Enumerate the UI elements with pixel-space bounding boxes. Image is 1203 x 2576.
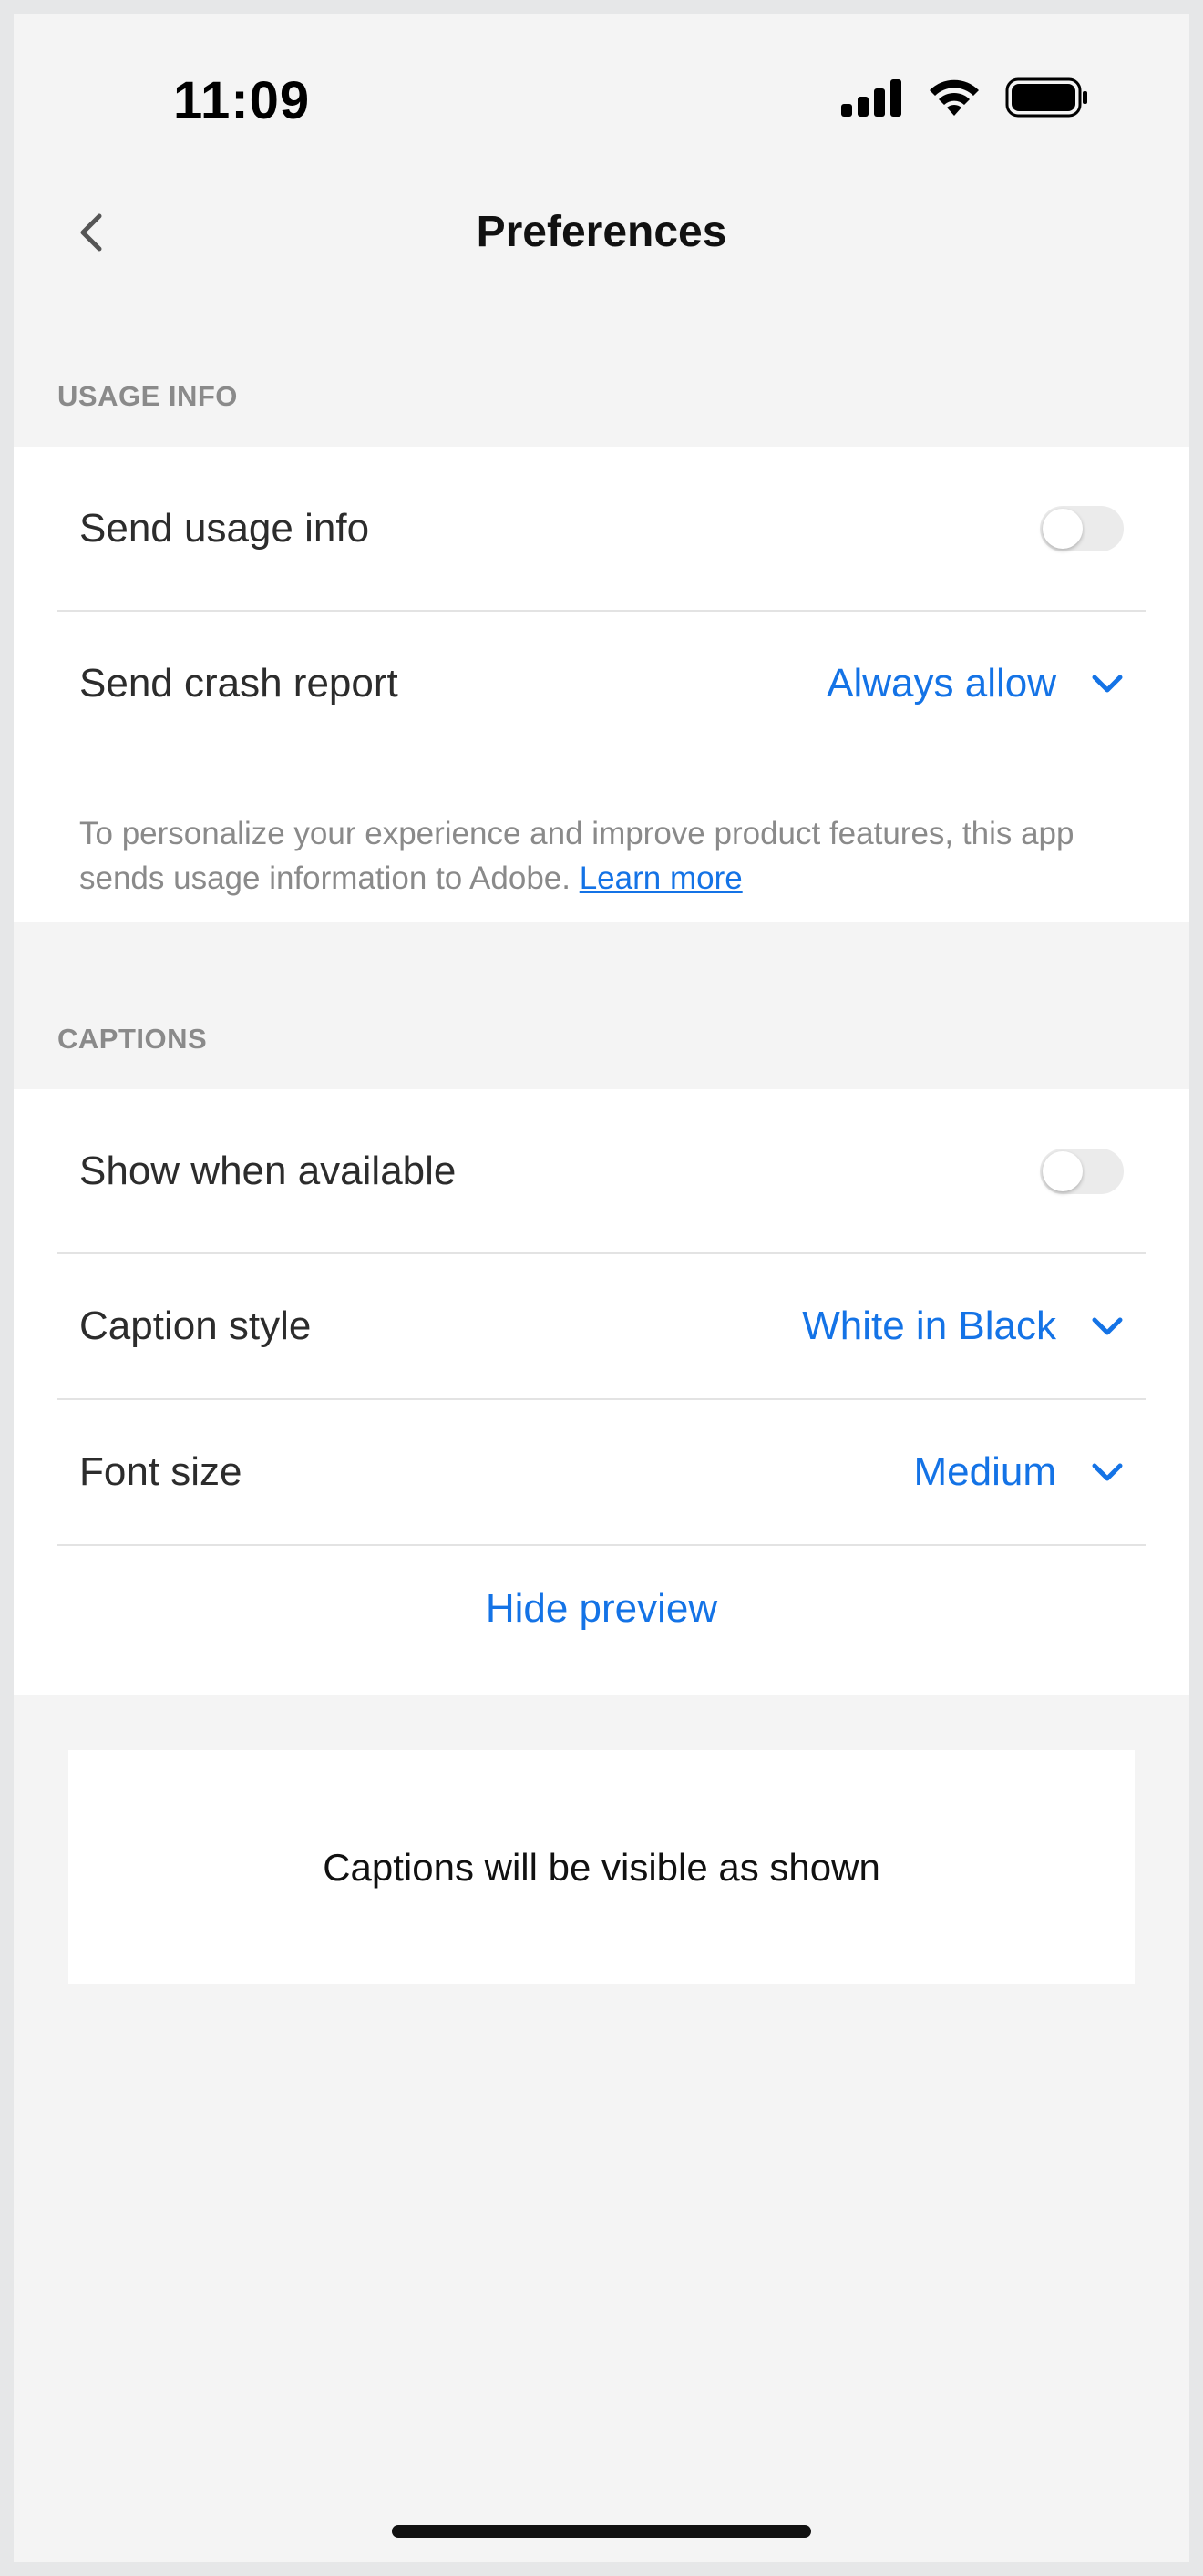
chevron-down-icon: [1092, 1317, 1123, 1335]
show-when-available-label: Show when available: [79, 1149, 457, 1193]
status-time: 11:09: [173, 71, 311, 130]
show-when-available-row[interactable]: Show when available: [57, 1089, 1146, 1253]
signal-icon: [841, 79, 901, 117]
send-usage-info-label: Send usage info: [79, 506, 370, 551]
caption-style-row[interactable]: Caption style White in Black: [57, 1254, 1146, 1398]
send-crash-report-dropdown[interactable]: Always allow: [827, 661, 1146, 706]
toggle-knob: [1043, 509, 1083, 549]
font-size-row[interactable]: Font size Medium: [57, 1400, 1146, 1544]
send-crash-report-row[interactable]: Send crash report Always allow: [57, 612, 1146, 756]
caption-style-value: White in Black: [802, 1303, 1056, 1348]
usage-info-section-header: USAGE INFO: [57, 380, 238, 412]
send-crash-report-value: Always allow: [827, 661, 1056, 706]
chevron-down-icon: [1092, 1463, 1123, 1481]
usage-info-card: Send usage info Send crash report Always…: [14, 447, 1189, 922]
font-size-label: Font size: [79, 1449, 242, 1494]
page-title: Preferences: [476, 208, 727, 256]
hide-preview-button[interactable]: Hide preview: [14, 1586, 1189, 1632]
usage-info-description-text: To personalize your experience and impro…: [79, 816, 1074, 896]
battery-icon: [1005, 77, 1087, 118]
learn-more-link[interactable]: Learn more: [580, 860, 743, 896]
captions-card: Show when available Caption style White …: [14, 1089, 1189, 1695]
divider: [57, 1544, 1146, 1546]
toggle-knob: [1043, 1151, 1083, 1191]
home-indicator[interactable]: [392, 2525, 811, 2538]
send-usage-info-row[interactable]: Send usage info: [57, 447, 1146, 611]
wifi-icon: [930, 79, 979, 116]
caption-preview: Captions will be visible as shown: [68, 1750, 1135, 1984]
caption-style-label: Caption style: [79, 1303, 312, 1348]
status-icons: [841, 77, 1089, 118]
chevron-down-icon: [1092, 675, 1123, 693]
font-size-value: Medium: [913, 1449, 1057, 1494]
caption-preview-text: Captions will be visible as shown: [323, 1845, 880, 1889]
font-size-dropdown[interactable]: Medium: [914, 1449, 1146, 1495]
usage-info-description: To personalize your experience and impro…: [79, 811, 1102, 901]
send-usage-info-toggle[interactable]: [1040, 506, 1124, 551]
app-screen: 11:09 Preferences USAGE INFO Send usage …: [14, 14, 1189, 2562]
captions-section-header: CAPTIONS: [57, 1023, 208, 1055]
show-when-available-toggle[interactable]: [1040, 1149, 1124, 1194]
send-crash-report-label: Send crash report: [79, 661, 398, 706]
caption-style-dropdown[interactable]: White in Black: [802, 1303, 1146, 1349]
